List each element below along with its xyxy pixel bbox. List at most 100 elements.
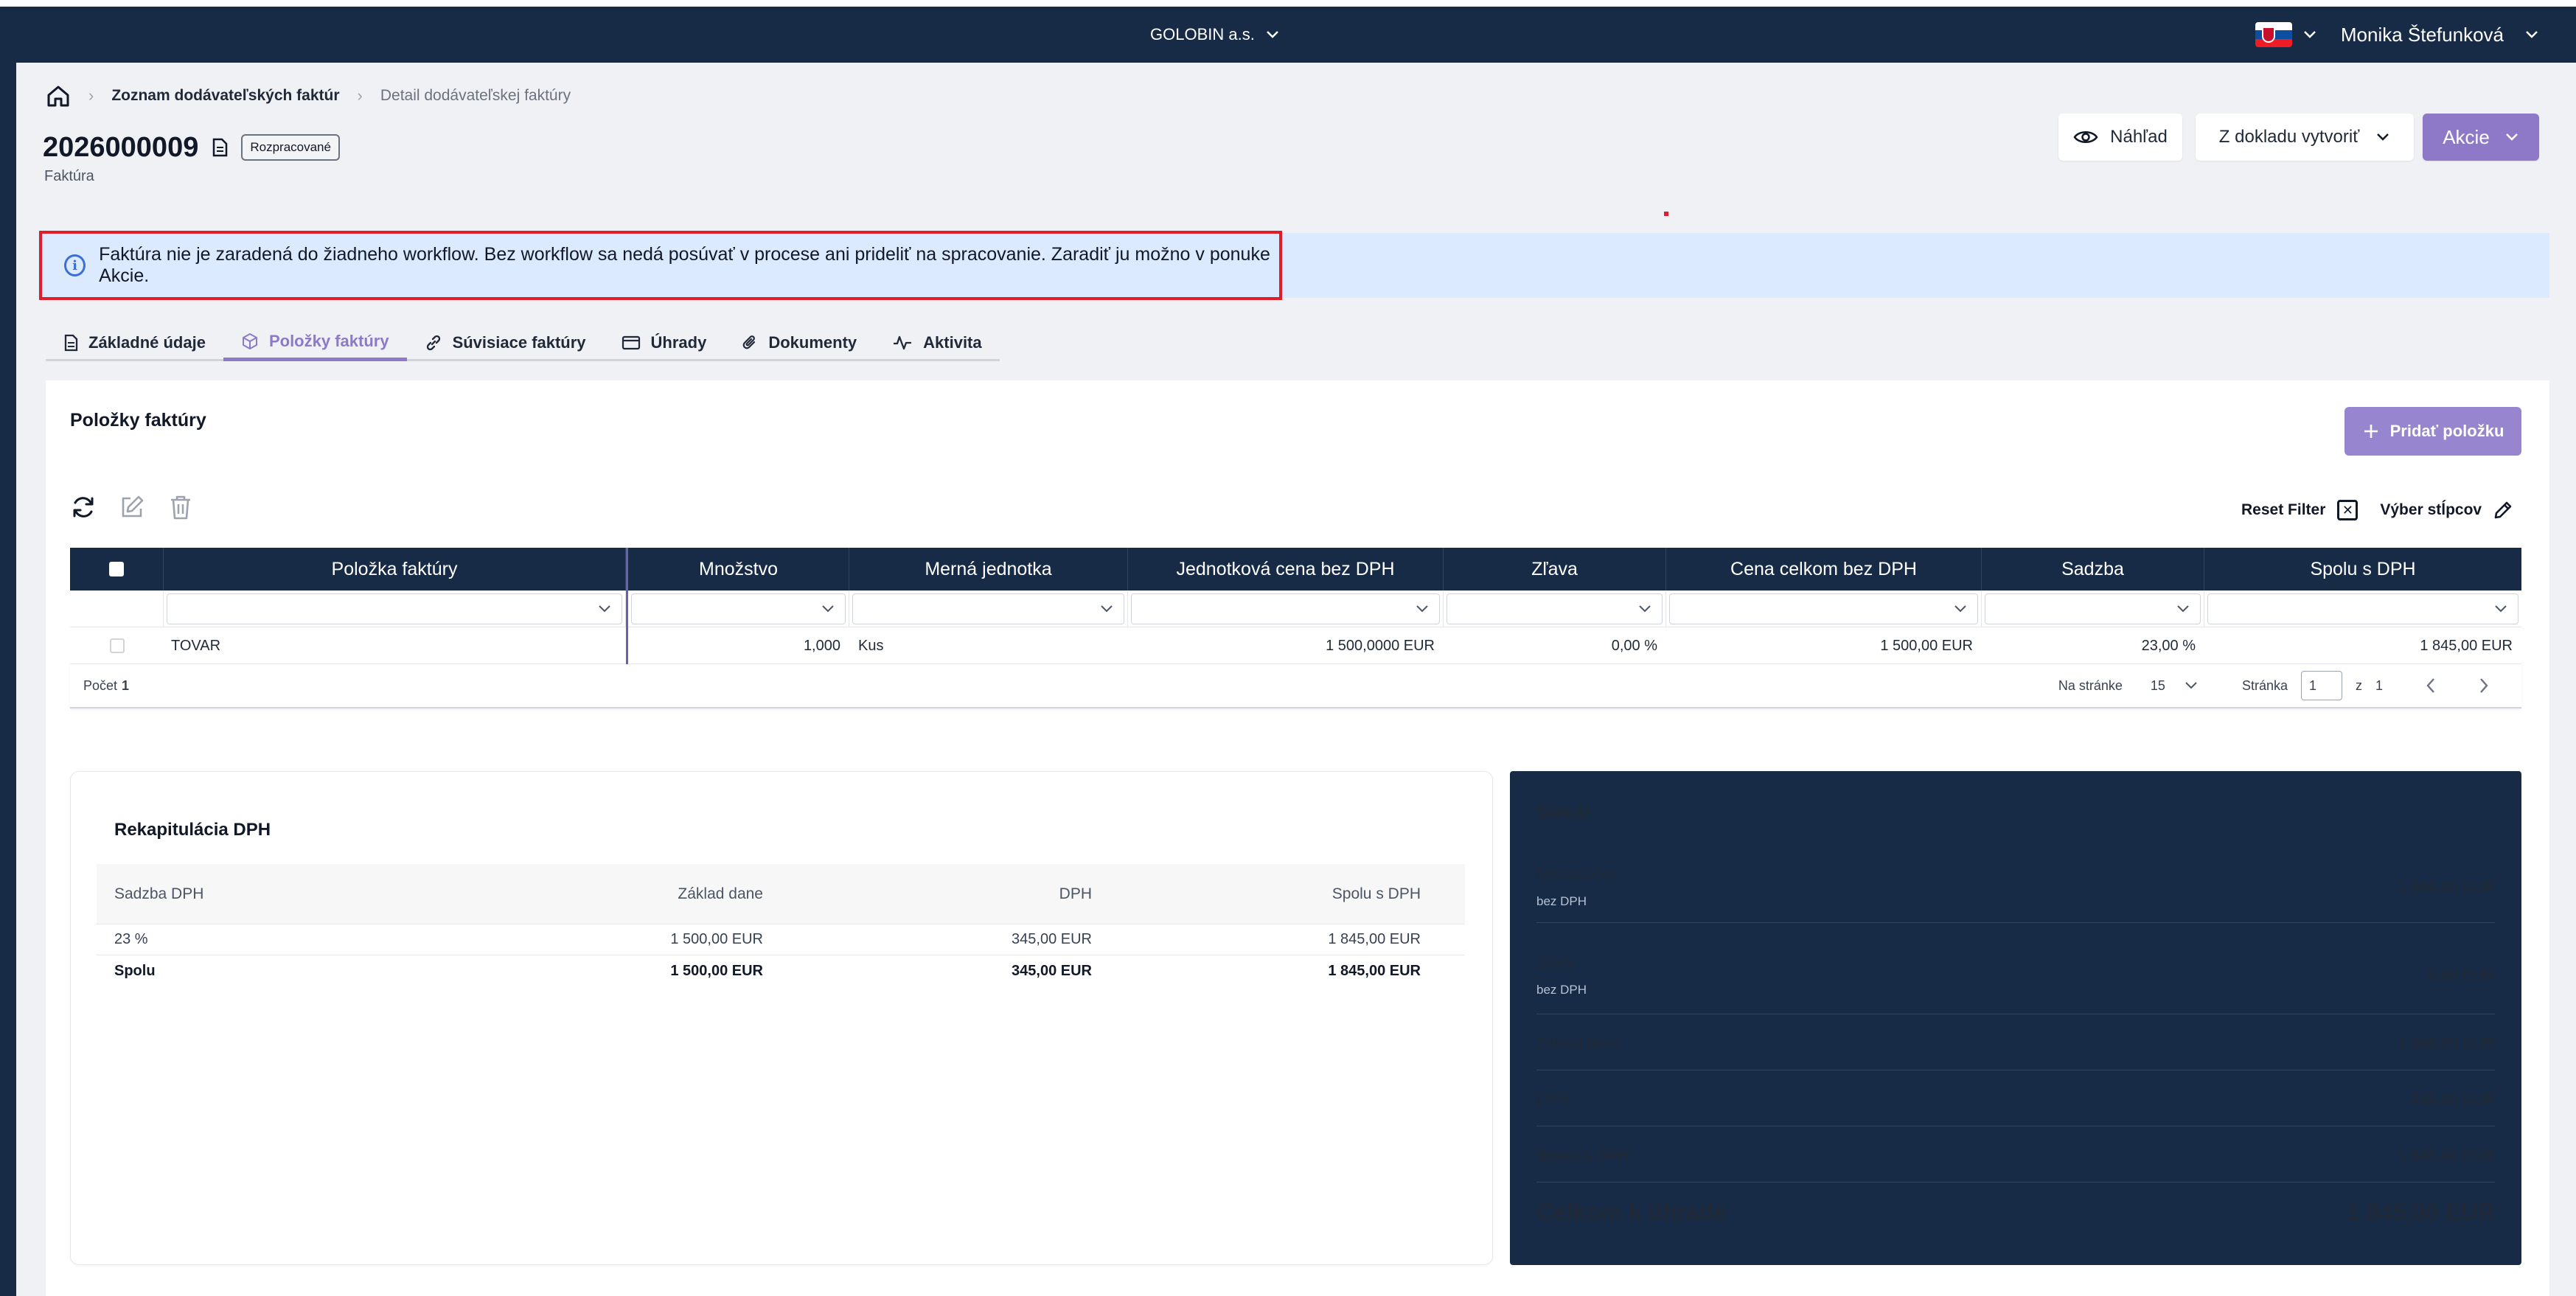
refresh-icon[interactable]: [70, 494, 97, 520]
summary-sublabel: bez DPH: [1536, 982, 1587, 997]
chevron-down-icon: [598, 605, 611, 613]
trash-icon[interactable]: [167, 494, 194, 520]
preview-label: Náhľad: [2110, 127, 2168, 147]
recap-cell: 23 %: [114, 931, 148, 947]
column-header[interactable]: Zľava: [1444, 548, 1666, 590]
tab-label: Položky faktúry: [268, 331, 389, 350]
pager: Na stránke 15 Stránka 1 z 1: [2058, 671, 2521, 700]
vat-recap-table: Sadzba DPH Základ dane DPH Spolu s DPH 2…: [97, 864, 1465, 986]
tab-payments[interactable]: Úhrady: [604, 324, 725, 361]
cell-total-net[interactable]: 1 500,00 EUR: [1666, 627, 1982, 664]
recap-total-cell: 1 500,00 EUR: [670, 962, 763, 979]
cell-item[interactable]: TOVAR: [164, 627, 626, 664]
summary-label: Medzisúčet: [1536, 865, 1615, 883]
filter-cell: [164, 590, 626, 627]
summary-value: 0,00 EUR: [2427, 966, 2495, 984]
recap-cell: 345,00 EUR: [1012, 931, 1092, 947]
reset-filter-button[interactable]: Reset Filter: [2241, 501, 2325, 519]
chevron-left-icon[interactable]: [2426, 677, 2436, 694]
user-area: Monika Štefunková: [2255, 7, 2539, 63]
filter-dropdown[interactable]: [2207, 593, 2518, 624]
chevron-right-icon: ›: [357, 86, 363, 105]
summary-to-pay-row: Celkom k úhrade 1 845,00 EUR: [1536, 1188, 2495, 1236]
page-input[interactable]: 1: [2300, 671, 2342, 700]
document-icon[interactable]: [212, 138, 228, 157]
filter-dropdown[interactable]: [852, 593, 1124, 624]
chevron-right-icon[interactable]: [2479, 677, 2489, 694]
recap-total-row: Spolu 1 500,00 EUR 345,00 EUR 1 845,00 E…: [97, 955, 1465, 986]
tab-documents[interactable]: Dokumenty: [724, 324, 874, 361]
tab-bar: Základné údaje Položky faktúry Súvisiace…: [46, 324, 1000, 361]
select-all-cell: [70, 548, 164, 590]
column-header[interactable]: Cena celkom bez DPH: [1666, 548, 1982, 590]
filter-dropdown[interactable]: [1669, 593, 1978, 624]
company-switcher[interactable]: GOLOBIN a.s.: [1150, 7, 1280, 63]
company-name: GOLOBIN a.s.: [1150, 25, 1255, 43]
filter-cell: [628, 590, 849, 627]
breadcrumb-invoice-list[interactable]: Zoznam dodávateľských faktúr: [111, 87, 339, 105]
actions-button[interactable]: Akcie: [2423, 114, 2539, 161]
cell-discount[interactable]: 0,00 %: [1444, 627, 1666, 664]
chevron-down-icon: [2494, 605, 2507, 613]
filter-dropdown[interactable]: [167, 593, 622, 624]
chevron-down-icon: [1416, 605, 1429, 613]
cell-unit[interactable]: Kus: [849, 627, 1128, 664]
per-page-value: 15: [2150, 677, 2165, 693]
summary-vat-row: DPH 345,00 EUR: [1536, 1073, 2495, 1126]
select-all-checkbox[interactable]: [109, 562, 124, 576]
items-panel-title: Položky faktúry: [70, 410, 206, 431]
cell-unit-price[interactable]: 1 500,0000 EUR: [1128, 627, 1444, 664]
per-page-select[interactable]: 15: [2151, 678, 2198, 694]
left-sidebar: [0, 63, 16, 1296]
user-menu[interactable]: Monika Štefunková: [2341, 24, 2539, 46]
cell-quantity[interactable]: 1,000: [628, 627, 849, 664]
summary-value: 1 500,00 EUR: [2398, 878, 2495, 896]
filter-dropdown[interactable]: [631, 593, 846, 624]
column-header[interactable]: Sadzba: [1982, 548, 2204, 590]
document-header: 2026000009 Rozpracované: [43, 124, 340, 171]
column-header[interactable]: Spolu s DPH: [2204, 548, 2521, 590]
language-switcher[interactable]: [2255, 22, 2317, 47]
summary-to-pay-value: 1 845,00 EUR: [2346, 1198, 2495, 1225]
summary-label: Spolu s DPH: [1536, 1146, 1630, 1164]
close-icon[interactable]: ✕: [2337, 500, 2359, 520]
table-row[interactable]: TOVAR 1,000 Kus 1 500,0000 EUR 0,00 % 1 …: [70, 627, 2521, 664]
cell-rate[interactable]: 23,00 %: [1982, 627, 2204, 664]
tab-label: Základné údaje: [88, 333, 206, 352]
tab-basic-data[interactable]: Základné údaje: [46, 324, 223, 361]
filter-dropdown[interactable]: [1131, 593, 1440, 624]
column-select-button[interactable]: Výber stĺpcov: [2380, 501, 2482, 519]
of-label: z: [2355, 677, 2362, 693]
row-checkbox[interactable]: [109, 638, 125, 653]
document-number: 2026000009: [43, 131, 199, 163]
pencil-icon[interactable]: [2493, 501, 2513, 520]
actions-label: Akcie: [2443, 125, 2490, 148]
grid-header: Položka faktúry Množstvo Merná jednotka …: [70, 548, 2521, 590]
tab-related-invoices[interactable]: Súvisiace faktúry: [407, 324, 604, 361]
tab-label: Úhrady: [650, 333, 707, 352]
top-bar: GOLOBIN a.s. Monika Štefunková: [0, 7, 2576, 63]
create-from-document-button[interactable]: Z dokladu vytvoriť: [2196, 114, 2414, 161]
summary-sublabel: bez DPH: [1536, 893, 1587, 908]
add-item-button[interactable]: Pridať položku: [2344, 407, 2521, 456]
recap-header: Spolu s DPH: [1331, 885, 1421, 902]
document-icon: [63, 334, 78, 352]
tab-invoice-items[interactable]: Položky faktúry: [223, 324, 407, 361]
column-header[interactable]: Merná jednotka: [849, 548, 1128, 590]
card-icon: [622, 335, 641, 350]
preview-button[interactable]: Náhľad: [2058, 114, 2182, 161]
cell-total-gross[interactable]: 1 845,00 EUR: [2204, 627, 2521, 664]
column-header[interactable]: Jednotková cena bez DPH: [1128, 548, 1444, 590]
column-header[interactable]: Položka faktúry: [164, 548, 626, 590]
summary-subtotal-row: Medzisúčet bez DPH 1 500,00 EUR: [1536, 852, 2495, 923]
tab-activity[interactable]: Aktivita: [874, 324, 999, 361]
recap-total-cell: 345,00 EUR: [1012, 962, 1092, 979]
edit-icon[interactable]: [119, 494, 145, 520]
home-icon[interactable]: [46, 84, 71, 108]
info-icon: i: [64, 254, 86, 276]
filter-dropdown[interactable]: [1447, 593, 1663, 624]
column-header[interactable]: Množstvo: [628, 548, 849, 590]
chevron-down-icon: [1100, 605, 1113, 613]
filter-dropdown[interactable]: [1985, 593, 2201, 624]
row-select-cell: [70, 627, 164, 664]
